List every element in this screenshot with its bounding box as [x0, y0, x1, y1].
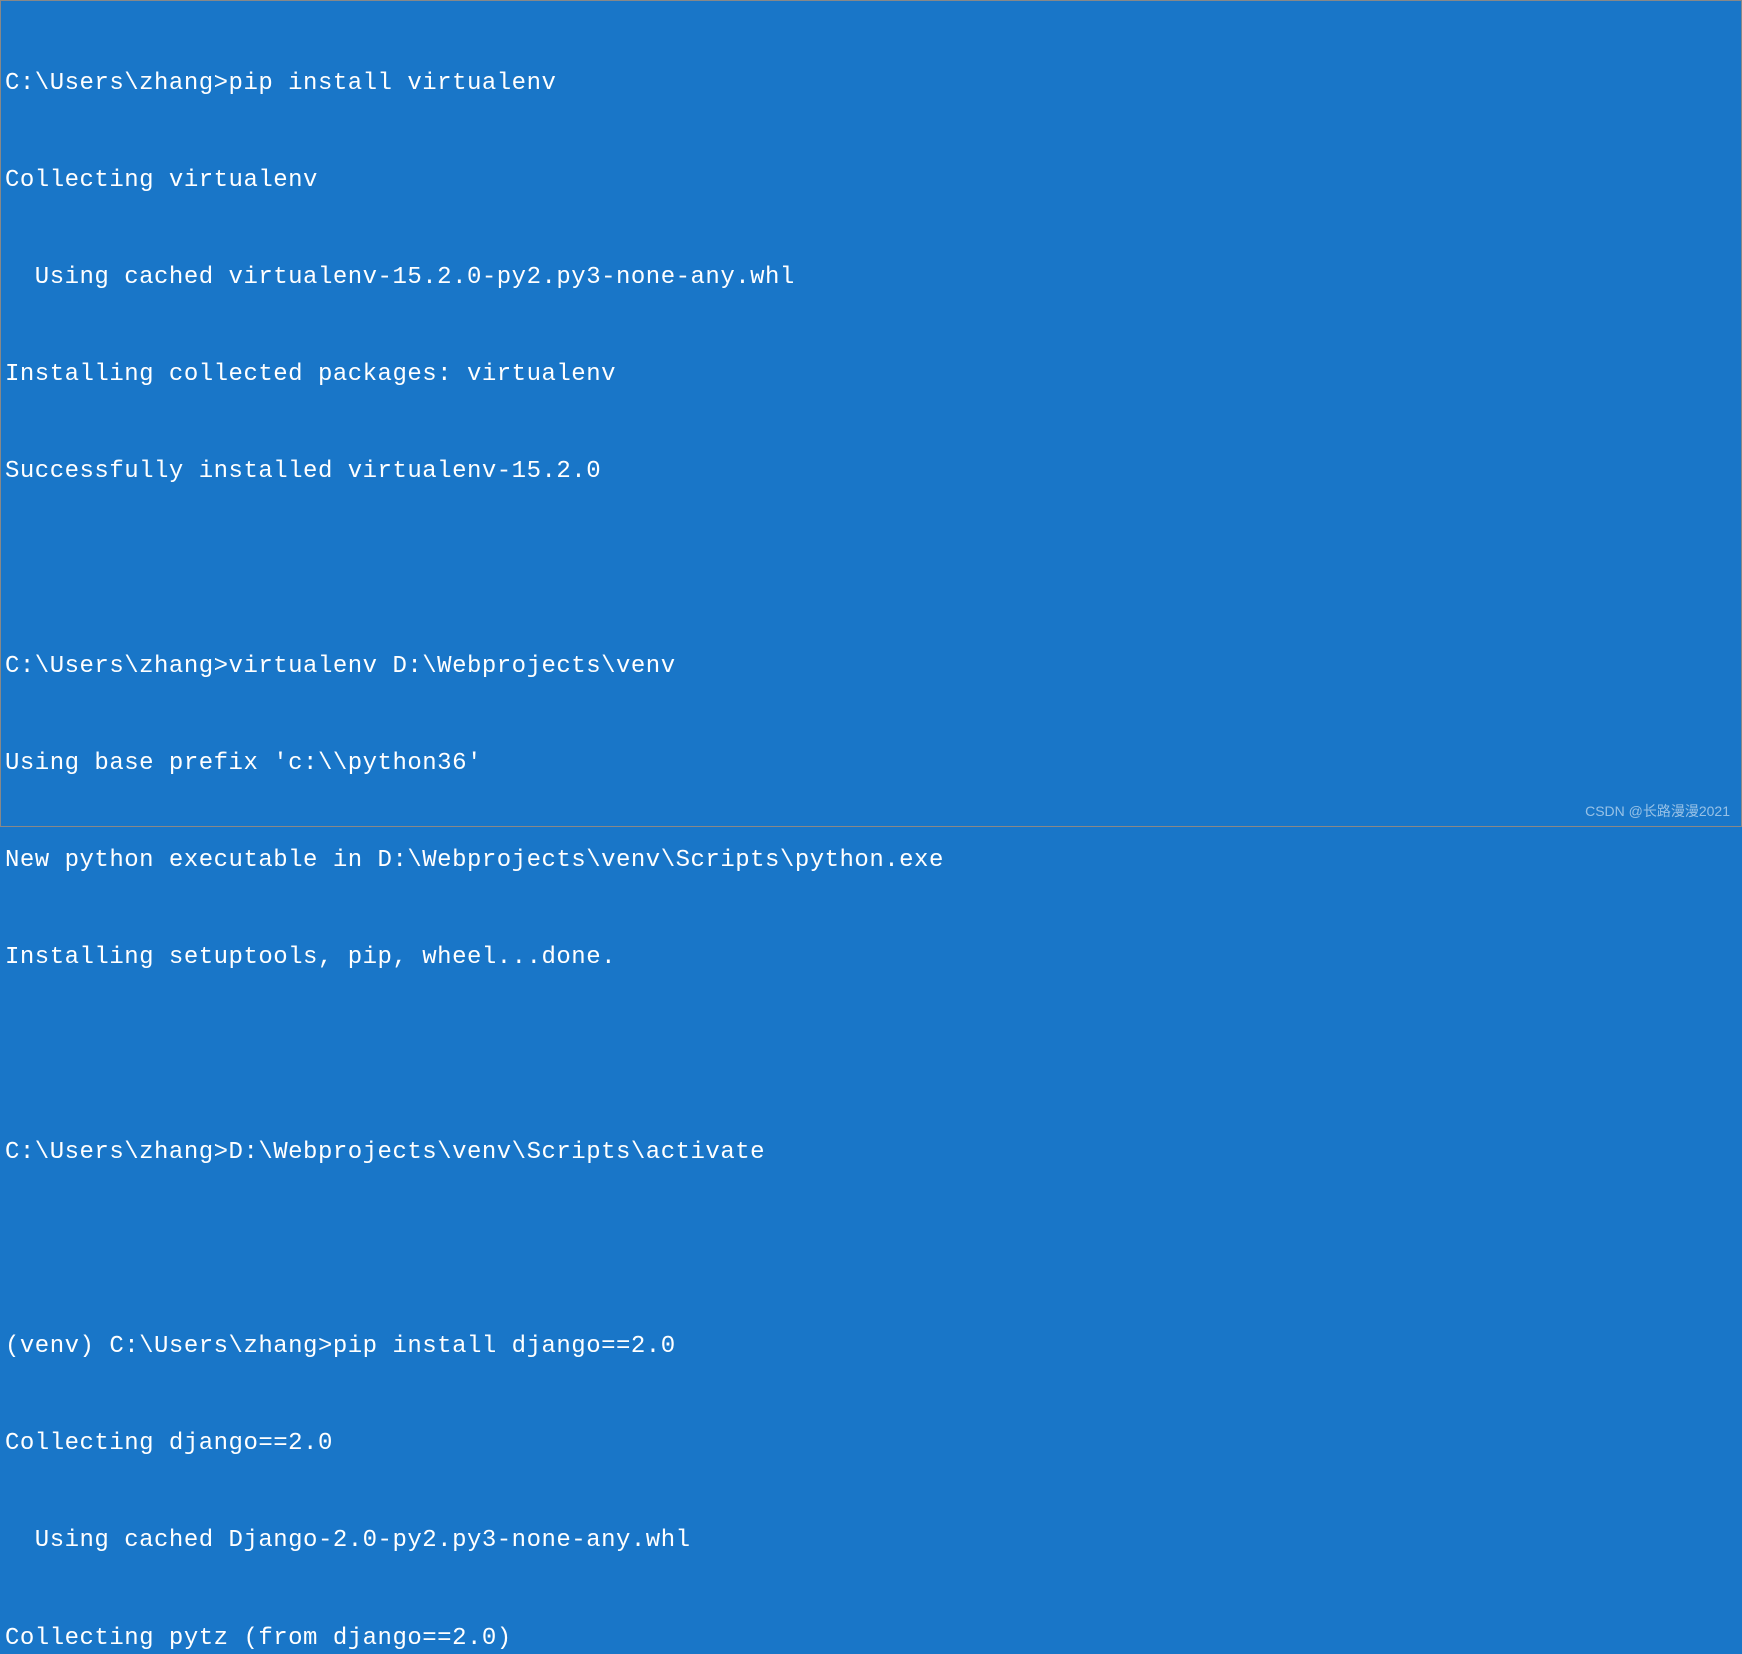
terminal-line: New python executable in D:\Webprojects\…: [5, 845, 1737, 877]
terminal-line: Installing setuptools, pip, wheel...done…: [5, 942, 1737, 974]
terminal-line: Collecting django==2.0: [5, 1428, 1737, 1460]
terminal-line: [5, 1040, 1737, 1072]
terminal-line: Installing collected packages: virtualen…: [5, 359, 1737, 391]
terminal-line: Successfully installed virtualenv-15.2.0: [5, 456, 1737, 488]
terminal-line: C:\Users\zhang>D:\Webprojects\venv\Scrip…: [5, 1137, 1737, 1169]
terminal-line: C:\Users\zhang>pip install virtualenv: [5, 68, 1737, 100]
terminal-line: (venv) C:\Users\zhang>pip install django…: [5, 1331, 1737, 1363]
terminal-line: Using base prefix 'c:\\python36': [5, 748, 1737, 780]
terminal-line: [5, 1234, 1737, 1266]
terminal-line: Collecting virtualenv: [5, 165, 1737, 197]
terminal-line: Collecting pytz (from django==2.0): [5, 1623, 1737, 1654]
terminal-line: Using cached virtualenv-15.2.0-py2.py3-n…: [5, 262, 1737, 294]
terminal-output[interactable]: C:\Users\zhang>pip install virtualenv Co…: [5, 3, 1737, 1654]
terminal-line: C:\Users\zhang>virtualenv D:\Webprojects…: [5, 651, 1737, 683]
terminal-line: [5, 554, 1737, 586]
terminal-line: Using cached Django-2.0-py2.py3-none-any…: [5, 1525, 1737, 1557]
watermark-text: CSDN @长路漫漫2021: [1585, 802, 1730, 821]
